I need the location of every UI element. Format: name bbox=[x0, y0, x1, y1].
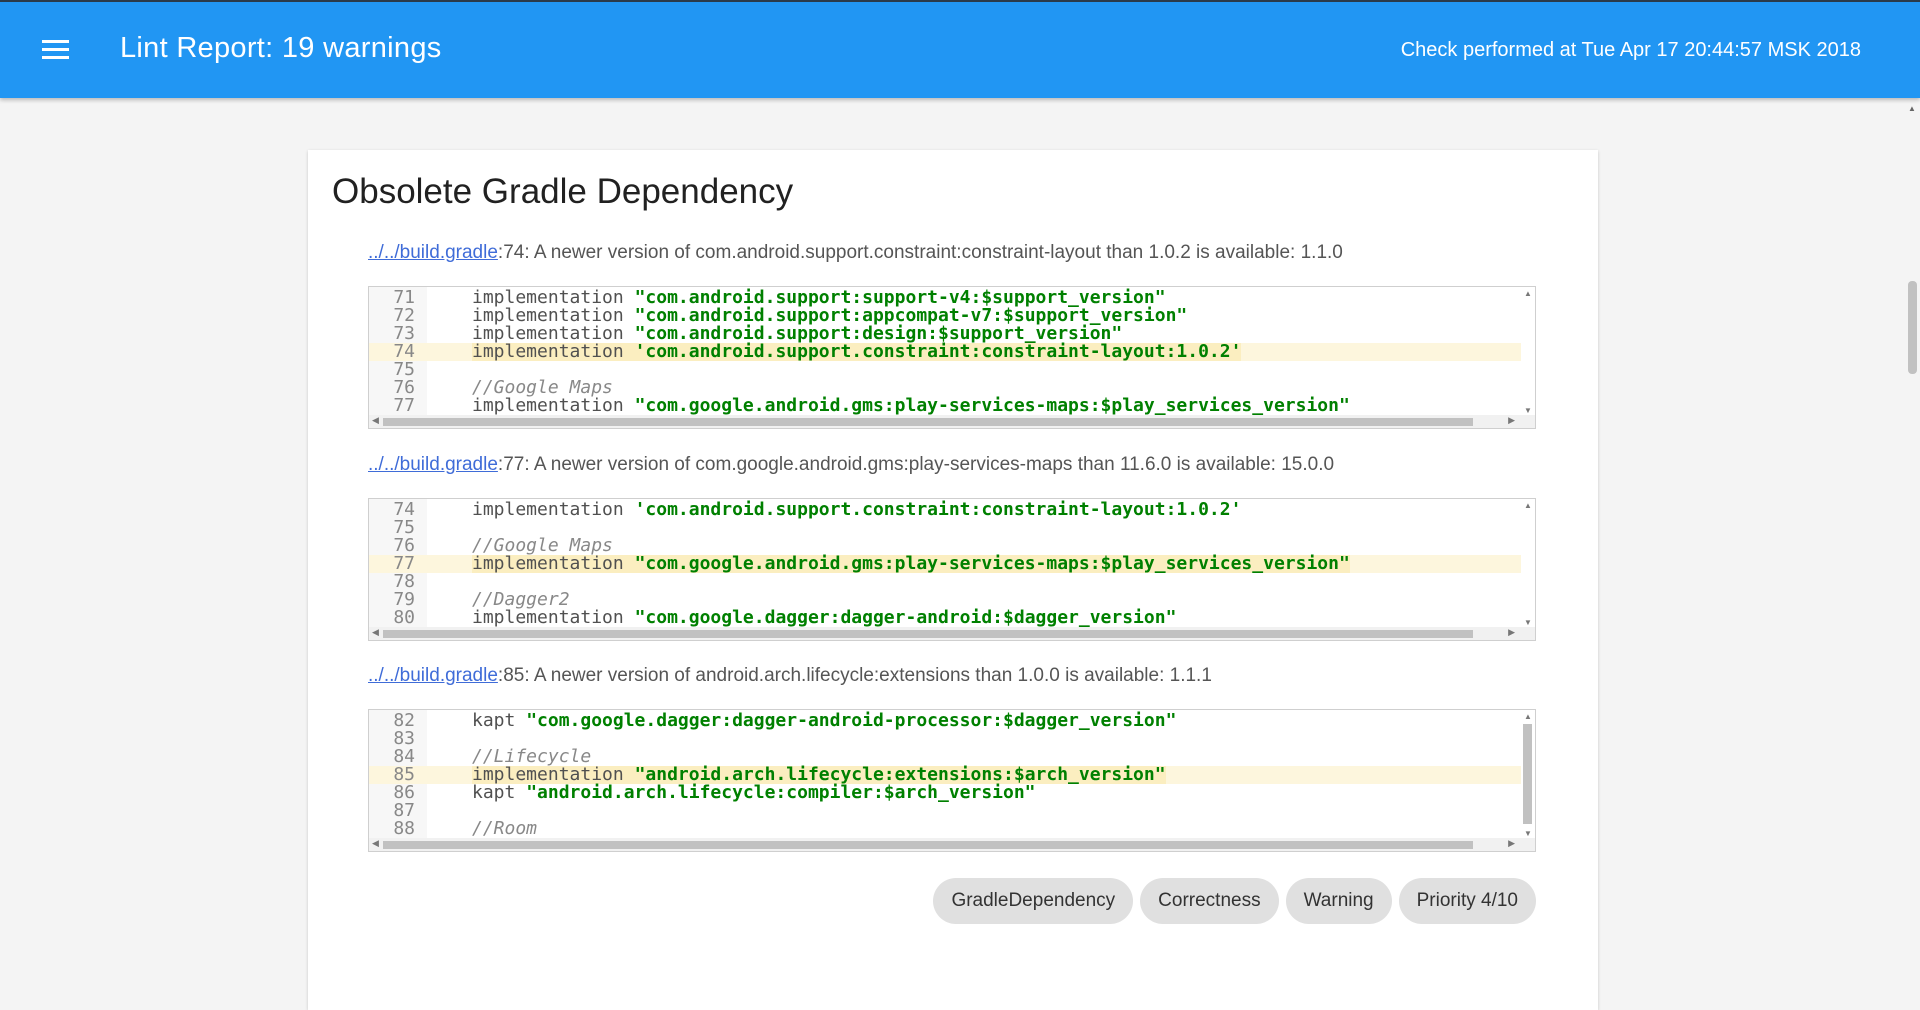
code-text: //Room bbox=[472, 820, 537, 838]
code-lines: 74 implementation 'com.android.support.co… bbox=[369, 501, 1521, 627]
issue-chips: GradleDependency Correctness Warning Pri… bbox=[933, 878, 1536, 924]
code-string: "com.google.dagger:dagger-android:$dagge… bbox=[634, 607, 1177, 628]
warning-message: :85: A newer version of android.arch.lif… bbox=[497, 665, 1212, 686]
code-horizontal-scrollbar[interactable]: ◀ ▶ bbox=[369, 838, 1535, 851]
warning-message: :74: A newer version of com.android.supp… bbox=[497, 242, 1343, 263]
chip-priority: Priority 4/10 bbox=[1398, 878, 1536, 924]
code-string: 'com.android.support.constraint:constrai… bbox=[634, 499, 1242, 520]
issue-card: Obsolete Gradle Dependency ../../build.g… bbox=[308, 150, 1598, 1010]
code-text: implementation 'com.android.support.cons… bbox=[472, 341, 1242, 362]
code-text: implementation "com.google.dagger:dagger… bbox=[472, 609, 1176, 627]
code-snippet-3[interactable]: 82 kapt "com.google.dagger:dagger-android… bbox=[368, 709, 1536, 852]
warning-line-1: ../../build.gradle:74: A newer version o… bbox=[368, 242, 1343, 264]
code-string: "com.google.android.gms:play-services-ma… bbox=[634, 395, 1350, 416]
chip-category: GradleDependency bbox=[933, 878, 1134, 924]
scroll-left-arrow-icon[interactable]: ◀ bbox=[372, 415, 379, 426]
code-snippet-2[interactable]: 74 implementation 'com.android.support.co… bbox=[368, 498, 1536, 641]
highlighted-code-line: 74 implementation 'com.android.support.co… bbox=[369, 343, 1521, 361]
file-link[interactable]: ../../build.gradle bbox=[368, 242, 498, 263]
code-line: 87 bbox=[369, 802, 1521, 820]
warning-line-3: ../../build.gradle:85: A newer version o… bbox=[368, 665, 1212, 687]
code-text: implementation 'com.android.support.cons… bbox=[472, 501, 1241, 519]
code-lines: 71 implementation "com.android.support:su… bbox=[369, 289, 1521, 415]
scroll-right-arrow-icon[interactable]: ▶ bbox=[1508, 627, 1515, 638]
scroll-right-arrow-icon[interactable]: ▶ bbox=[1508, 838, 1515, 849]
scroll-down-arrow-icon[interactable]: ▼ bbox=[1524, 829, 1532, 838]
chip-type: Correctness bbox=[1140, 878, 1279, 924]
code-keyword: implementation bbox=[472, 499, 635, 520]
code-string: "com.google.dagger:dagger-android-proces… bbox=[526, 710, 1177, 731]
file-link[interactable]: ../../build.gradle bbox=[368, 665, 498, 686]
code-comment: //Room bbox=[472, 818, 538, 839]
code-line: 77 implementation "com.google.android.gms… bbox=[369, 397, 1521, 415]
check-timestamp: Check performed at Tue Apr 17 20:44:57 M… bbox=[1400, 39, 1861, 61]
code-line: 88 //Room bbox=[369, 820, 1521, 838]
line-number: 80 bbox=[393, 607, 415, 628]
line-number: 88 bbox=[393, 818, 415, 839]
scroll-down-arrow-icon[interactable]: ▼ bbox=[1524, 406, 1532, 415]
warning-message: :77: A newer version of com.google.andro… bbox=[497, 454, 1335, 475]
code-vertical-thumb[interactable] bbox=[1523, 724, 1532, 824]
code-string: "com.google.android.gms:play-services-ma… bbox=[634, 553, 1350, 574]
code-keyword: implementation bbox=[472, 395, 635, 416]
code-keyword: kapt bbox=[472, 782, 527, 803]
chip-severity: Warning bbox=[1285, 878, 1392, 924]
code-keyword: implementation bbox=[472, 553, 635, 574]
scroll-up-arrow-icon[interactable]: ▲ bbox=[1524, 289, 1532, 298]
file-link[interactable]: ../../build.gradle bbox=[368, 454, 498, 475]
scroll-down-arrow-icon[interactable]: ▼ bbox=[1524, 618, 1532, 627]
highlighted-code-line: 77 implementation "com.google.android.gms… bbox=[369, 555, 1521, 573]
report-title: Lint Report: 19 warnings bbox=[120, 32, 442, 64]
code-vertical-scrollbar[interactable]: ▲ ▼ bbox=[1520, 499, 1535, 629]
menu-icon[interactable] bbox=[42, 40, 70, 60]
scroll-right-arrow-icon[interactable]: ▶ bbox=[1508, 415, 1515, 426]
code-line: 82 kapt "com.google.dagger:dagger-android… bbox=[369, 712, 1521, 730]
code-vertical-scrollbar[interactable]: ▲ ▼ bbox=[1520, 287, 1535, 417]
warning-line-2: ../../build.gradle:77: A newer version o… bbox=[368, 454, 1334, 476]
app-bar: Lint Report: 19 warnings Check performed… bbox=[0, 0, 1920, 98]
code-keyword: kapt bbox=[472, 710, 527, 731]
scroll-left-arrow-icon[interactable]: ◀ bbox=[372, 627, 379, 638]
scroll-thumb[interactable] bbox=[1908, 281, 1917, 374]
code-text: implementation "com.google.android.gms:p… bbox=[472, 397, 1350, 415]
code-line: 74 implementation 'com.android.support.co… bbox=[369, 501, 1521, 519]
line-number: 77 bbox=[393, 395, 415, 416]
code-horizontal-thumb[interactable] bbox=[383, 841, 1473, 849]
code-horizontal-thumb[interactable] bbox=[383, 630, 1473, 638]
issue-title: Obsolete Gradle Dependency bbox=[332, 172, 794, 211]
page-scrollbar[interactable]: ▲ bbox=[1905, 98, 1920, 989]
code-horizontal-scrollbar[interactable]: ◀ ▶ bbox=[369, 627, 1535, 640]
code-lines: 82 kapt "com.google.dagger:dagger-android… bbox=[369, 712, 1521, 838]
code-keyword: implementation bbox=[472, 607, 635, 628]
scroll-up-arrow-icon[interactable]: ▲ bbox=[1524, 712, 1532, 721]
code-text: kapt "android.arch.lifecycle:compiler:$a… bbox=[472, 784, 1036, 802]
code-vertical-scrollbar[interactable]: ▲ ▼ bbox=[1520, 710, 1535, 840]
scroll-up-arrow-icon[interactable]: ▲ bbox=[1908, 104, 1916, 113]
code-text: kapt "com.google.dagger:dagger-android-p… bbox=[472, 712, 1176, 730]
code-snippet-1[interactable]: 71 implementation "com.android.support:su… bbox=[368, 286, 1536, 429]
code-horizontal-scrollbar[interactable]: ◀ ▶ bbox=[369, 415, 1535, 428]
code-horizontal-thumb[interactable] bbox=[383, 418, 1473, 426]
scroll-left-arrow-icon[interactable]: ◀ bbox=[372, 838, 379, 849]
code-string: "android.arch.lifecycle:compiler:$arch_v… bbox=[526, 782, 1036, 803]
scroll-up-arrow-icon[interactable]: ▲ bbox=[1524, 501, 1532, 510]
code-keyword: implementation bbox=[472, 341, 635, 362]
code-string: 'com.android.support.constraint:constrai… bbox=[634, 341, 1242, 362]
code-text: implementation "com.google.android.gms:p… bbox=[472, 555, 1350, 573]
code-line: 86 kapt "android.arch.lifecycle:compiler:… bbox=[369, 784, 1521, 802]
code-line: 80 implementation "com.google.dagger:dagg… bbox=[369, 609, 1521, 627]
